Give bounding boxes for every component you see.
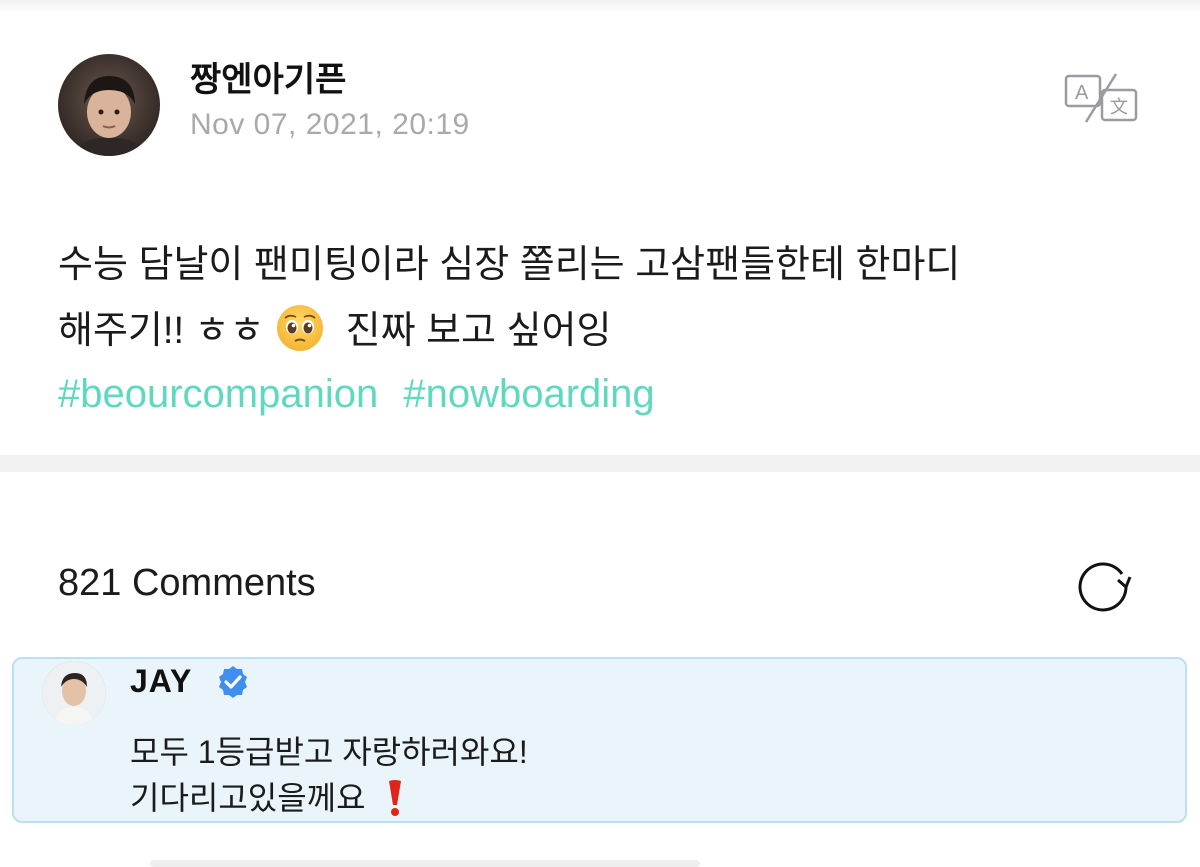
- post-timestamp: Nov 07, 2021, 20:19: [190, 108, 470, 141]
- translate-icon[interactable]: A 文: [1064, 72, 1140, 124]
- commenter-avatar[interactable]: [42, 661, 106, 725]
- comment-text: 모두 1등급받고 자랑하러와요! 기다리고있을께요: [130, 729, 528, 821]
- comment-line2: 기다리고있을께요: [130, 775, 528, 821]
- commenter-name[interactable]: JAY: [130, 663, 192, 700]
- avatar-image: [76, 76, 144, 156]
- post-body-line2-start: 해주기!! ㅎㅎ: [58, 310, 265, 352]
- post-body: 수능 담날이 팬미팅이라 심장 쫄리는 고삼팬들한테 한마디 해주기!! ㅎㅎ: [58, 232, 1158, 364]
- post: 짱엔아기픈 Nov 07, 2021, 20:19 A 文 수능 담날이 팬미팅…: [0, 0, 1200, 455]
- author-avatar[interactable]: [58, 54, 160, 156]
- section-divider: [0, 455, 1200, 472]
- comment-line1: 모두 1등급받고 자랑하러와요!: [130, 734, 528, 770]
- hashtag-nowboarding[interactable]: #nowboarding: [403, 372, 654, 416]
- post-body-line2-end: 진짜 보고 싶어잉: [345, 310, 612, 352]
- red-exclamation-icon: [389, 780, 402, 816]
- post-body-line1: 수능 담날이 팬미팅이라 심장 쫄리는 고삼팬들한테 한마디: [58, 244, 961, 286]
- commenter-avatar-image: [42, 661, 106, 725]
- comment-line2-text: 기다리고있을께요: [130, 780, 366, 816]
- next-comment-hint: [150, 860, 700, 867]
- comments-count: 821 Comments: [58, 562, 316, 604]
- post-body-line2: 해주기!! ㅎㅎ 진짜 보고 싶어잉: [58, 298, 1158, 364]
- hashtag-beourcompanion[interactable]: #beourcompanion: [58, 372, 378, 416]
- svg-text:文: 文: [1110, 97, 1128, 118]
- comment-card-highlighted: JAY 모두 1등급받고 자랑하러와요! 기다리고있을께요: [12, 657, 1187, 823]
- verified-badge-icon: [219, 666, 247, 698]
- pleading-face-emoji: [277, 305, 324, 351]
- refresh-icon[interactable]: [1072, 556, 1134, 618]
- hashtags: #beourcompanion #nowboarding: [58, 372, 669, 417]
- author-name[interactable]: 짱엔아기픈: [190, 52, 346, 101]
- svg-text:A: A: [1075, 82, 1089, 104]
